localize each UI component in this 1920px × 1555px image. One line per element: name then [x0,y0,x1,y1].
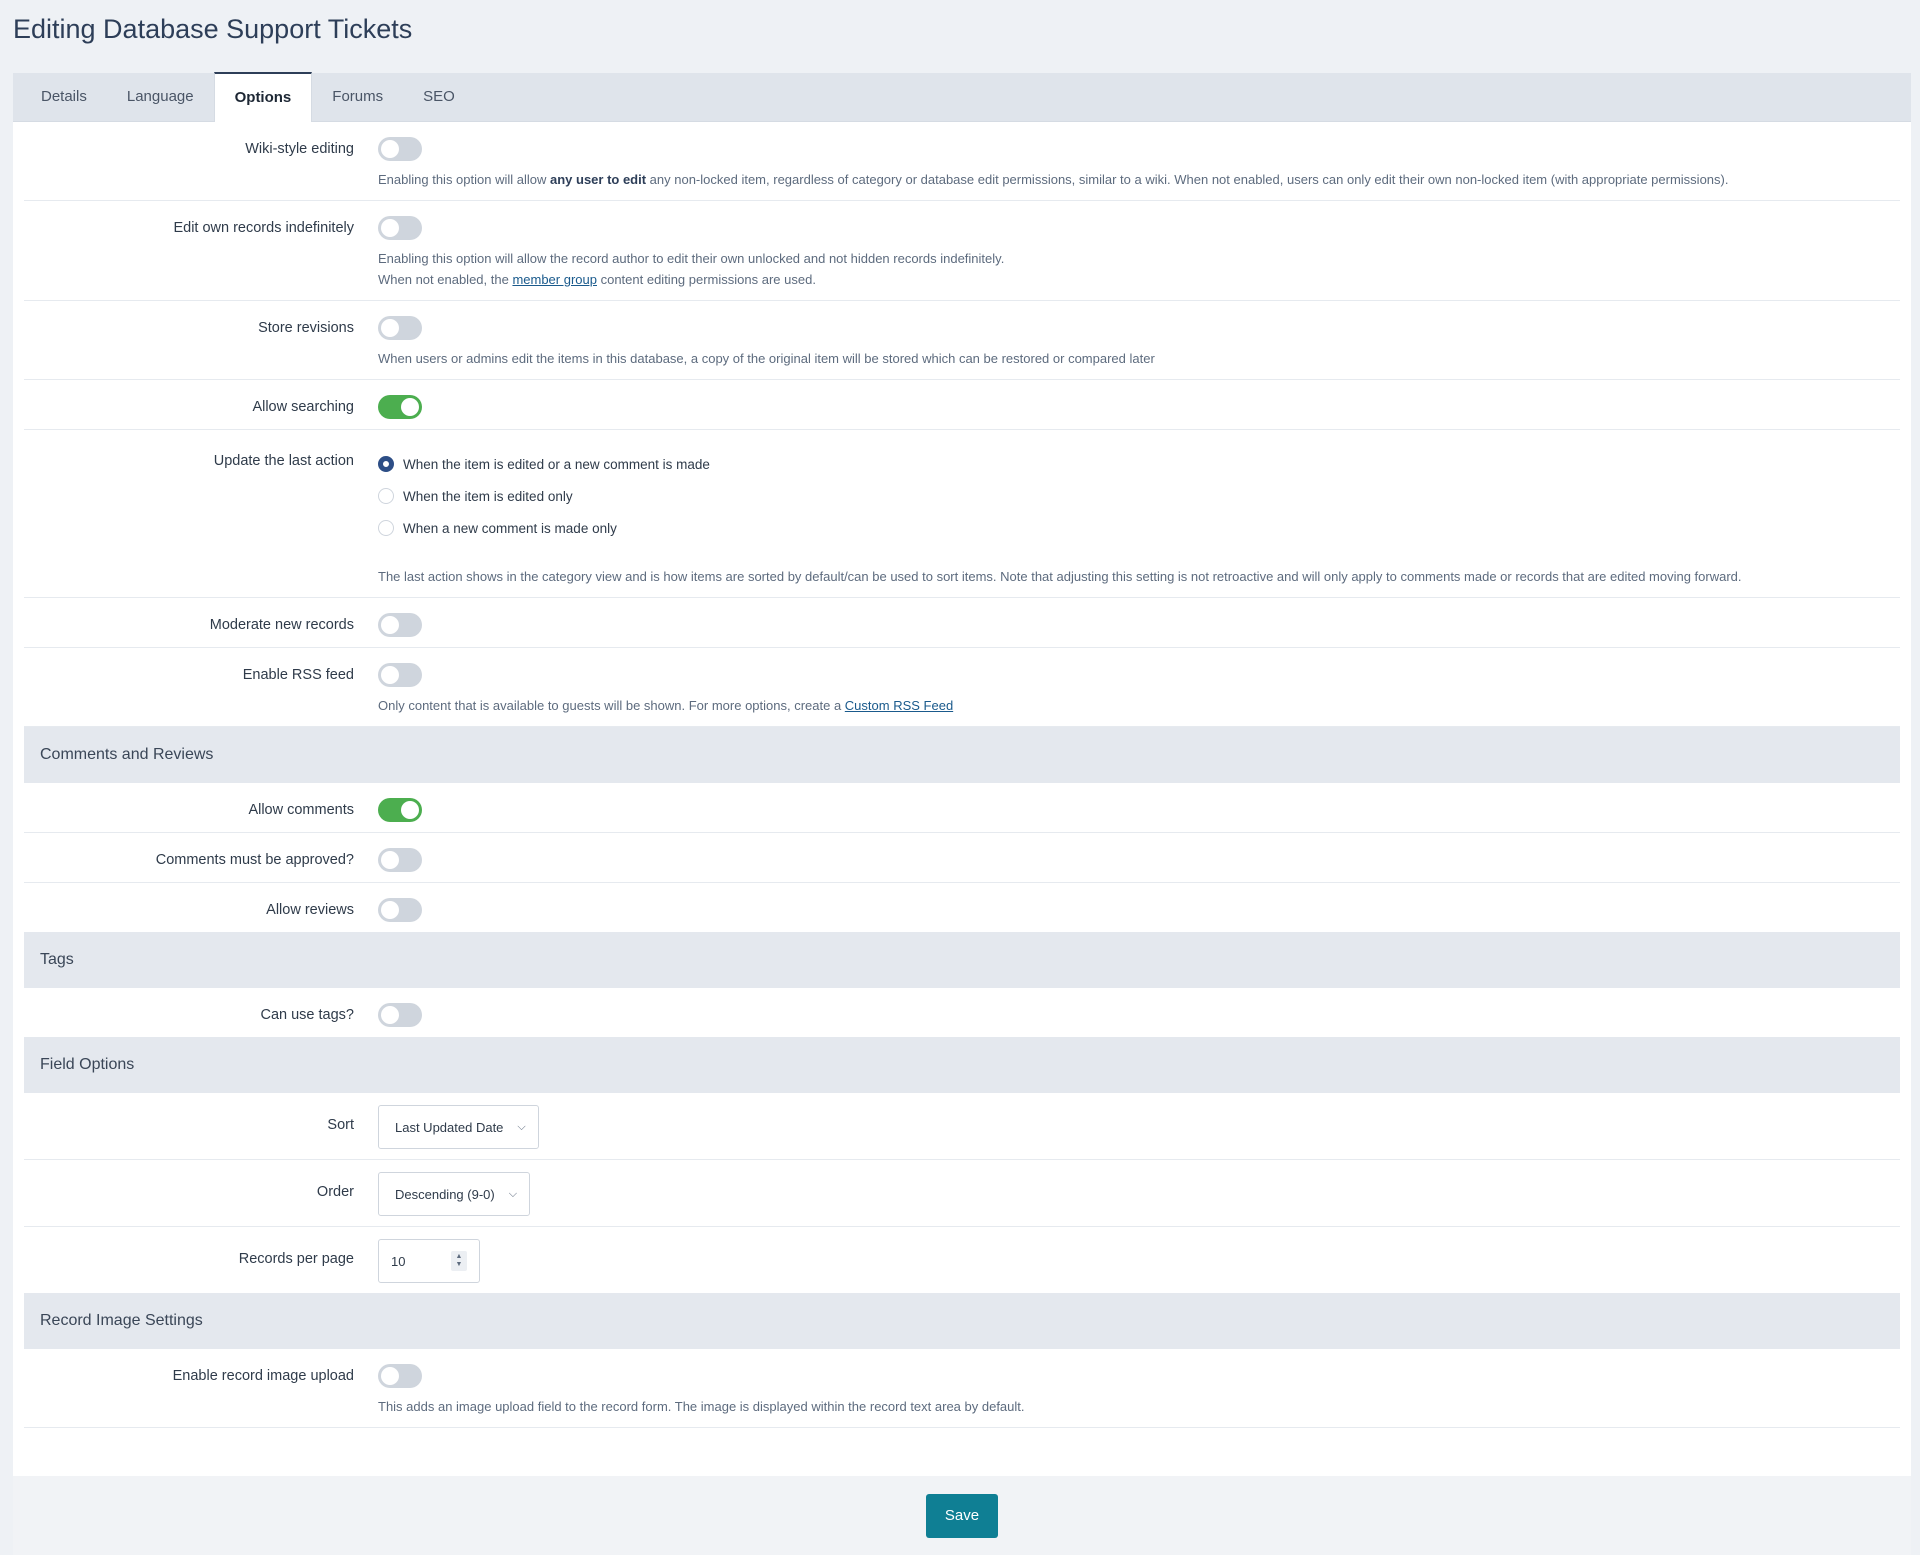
row-records-per-page: Records per page 10 ▲ ▼ [24,1227,1900,1293]
allow-comments-toggle[interactable] [378,798,422,822]
store-revisions-label: Store revisions [258,320,354,336]
rss-description: Only content that is available to guests… [378,698,954,713]
can-use-tags-toggle[interactable] [378,1003,422,1027]
sort-select[interactable]: Last Updated Date ⌵ [378,1105,539,1149]
tab-details[interactable]: Details [21,72,107,121]
radio-button[interactable] [378,456,394,472]
row-allow-searching: Allow searching [24,380,1900,430]
tab-seo[interactable]: SEO [403,72,475,121]
custom-rss-feed-link[interactable]: Custom RSS Feed [845,698,953,713]
radio-option-edited-or-comment[interactable]: When the item is edited or a new comment… [378,448,1900,480]
number-stepper-icon[interactable]: ▲ ▼ [451,1251,467,1271]
order-select[interactable]: Descending (9-0) ⌵ [378,1172,531,1216]
row-order: Order Descending (9-0) ⌵ [24,1160,1900,1227]
store-revisions-description: When users or admins edit the items in t… [378,351,1155,366]
save-button[interactable]: Save [926,1493,998,1538]
form-footer: Save [13,1476,1911,1555]
section-field-options: Field Options [24,1037,1900,1093]
row-moderate-records: Moderate new records [24,598,1900,648]
radio-option-edited-only[interactable]: When the item is edited only [378,480,1900,512]
records-per-page-input[interactable]: 10 ▲ ▼ [378,1239,480,1283]
image-upload-label: Enable record image upload [172,1368,354,1384]
settings-panel: Details Language Options Forums SEO Wiki… [13,72,1911,1555]
page-title: Editing Database Support Tickets [13,14,413,44]
allow-searching-toggle[interactable] [378,395,422,419]
chevron-down-icon: ⌵ [508,1187,518,1200]
chevron-down-icon: ⌵ [517,1120,526,1133]
row-allow-comments: Allow comments [24,783,1900,833]
last-action-label: Update the last action [213,453,354,469]
rss-label: Enable RSS feed [242,667,354,683]
order-label: Order [316,1184,354,1200]
allow-comments-label: Allow comments [248,802,354,818]
approve-comments-label: Comments must be approved? [155,852,354,868]
records-per-page-label: Records per page [238,1251,354,1267]
radio-button[interactable] [378,520,394,536]
wiki-editing-label: Wiki-style editing [245,141,354,157]
row-rss-feed: Enable RSS feed Only content that is ava… [24,648,1900,727]
can-use-tags-label: Can use tags? [260,1007,354,1023]
row-can-use-tags: Can use tags? [24,988,1900,1037]
allow-reviews-toggle[interactable] [378,898,422,922]
row-store-revisions: Store revisions When users or admins edi… [24,301,1900,380]
allow-reviews-label: Allow reviews [266,902,354,918]
row-image-upload: Enable record image upload This adds an … [24,1349,1900,1428]
radio-option-comment-only[interactable]: When a new comment is made only [378,512,1900,544]
section-tags: Tags [24,932,1900,988]
member-group-link[interactable]: member group [512,272,597,287]
row-sort: Sort Last Updated Date ⌵ [24,1093,1900,1160]
store-revisions-toggle[interactable] [378,316,422,340]
row-last-action: Update the last action When the item is … [24,430,1900,598]
section-record-image: Record Image Settings [24,1293,1900,1349]
image-upload-description: This adds an image upload field to the r… [378,1399,1025,1414]
row-allow-reviews: Allow reviews [24,883,1900,932]
row-approve-comments: Comments must be approved? [24,833,1900,883]
tab-bar: Details Language Options Forums SEO [13,72,1911,122]
tab-forums[interactable]: Forums [312,72,403,121]
options-form: Wiki-style editing Enabling this option … [13,122,1911,1428]
moderate-toggle[interactable] [378,613,422,637]
row-edit-own-records: Edit own records indefinitely Enabling t… [24,201,1900,301]
wiki-editing-toggle[interactable] [378,137,422,161]
edit-own-label: Edit own records indefinitely [173,220,354,236]
tab-language[interactable]: Language [107,72,214,121]
radio-button[interactable] [378,488,394,504]
approve-comments-toggle[interactable] [378,848,422,872]
rss-toggle[interactable] [378,663,422,687]
wiki-editing-description: Enabling this option will allow any user… [378,172,1729,187]
row-wiki-editing: Wiki-style editing Enabling this option … [24,122,1900,201]
edit-own-toggle[interactable] [378,216,422,240]
section-comments-reviews: Comments and Reviews [24,727,1900,783]
image-upload-toggle[interactable] [378,1364,422,1388]
sort-label: Sort [327,1117,354,1133]
moderate-label: Moderate new records [209,617,354,633]
edit-own-description: Enabling this option will allow the reco… [378,251,1005,287]
last-action-description: The last action shows in the category vi… [378,569,1742,584]
tab-options[interactable]: Options [213,72,313,122]
allow-searching-label: Allow searching [252,399,354,415]
